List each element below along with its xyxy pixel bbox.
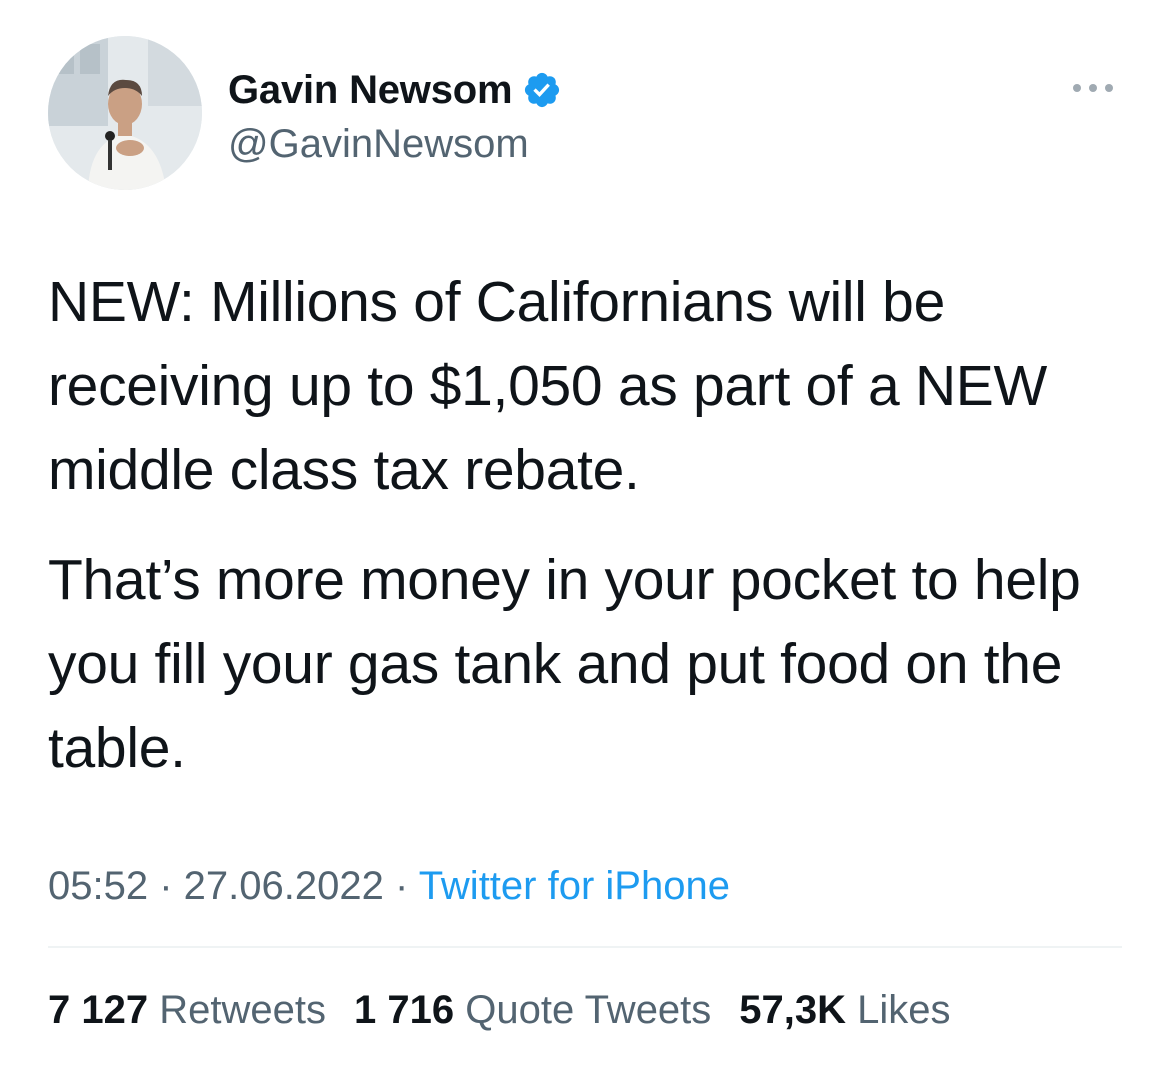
- tweet-paragraph: That’s more money in your pocket to help…: [48, 548, 1081, 780]
- retweets-stat[interactable]: 7 127 Retweets: [48, 988, 326, 1032]
- verified-badge-icon: [522, 70, 562, 110]
- divider: [48, 946, 1122, 948]
- tweet-detail: Gavin Newsom @GavinNewsom NEW: Millions …: [0, 0, 1170, 1072]
- author-display-name[interactable]: Gavin Newsom: [228, 62, 513, 118]
- avatar[interactable]: [48, 36, 202, 190]
- more-horizontal-icon[interactable]: [1068, 78, 1118, 98]
- meta-separator: ·: [148, 864, 184, 908]
- engagement-stats: 7 127 Retweets 1 716 Quote Tweets 57,3K Li…: [48, 982, 979, 1038]
- likes-stat[interactable]: 57,3K Likes: [739, 988, 950, 1032]
- quote-tweets-label: Quote Tweets: [465, 988, 712, 1032]
- retweets-count: 7 127: [48, 988, 149, 1032]
- tweet-date[interactable]: 27.06.2022: [184, 864, 384, 908]
- tweet-paragraph: NEW: Millions of Californians will be re…: [48, 270, 1048, 502]
- quote-tweets-count: 1 716: [353, 988, 455, 1032]
- tweet-source-link[interactable]: Twitter for iPhone: [419, 864, 730, 908]
- likes-label: Likes: [857, 988, 951, 1032]
- author-handle[interactable]: @GavinNewsom: [228, 118, 529, 170]
- author-name-row[interactable]: Gavin Newsom: [228, 62, 562, 118]
- quote-tweets-stat[interactable]: 1 716 Quote Tweets: [354, 988, 711, 1032]
- avatar-photo: [48, 36, 202, 190]
- tweet-text: NEW: Millions of Californians will be re…: [48, 260, 1138, 816]
- meta-separator: ·: [383, 864, 419, 908]
- tweet-metadata: 05:52 · 27.06.2022 · Twitter for iPhone: [48, 858, 730, 914]
- tweet-time[interactable]: 05:52: [48, 864, 148, 908]
- retweets-label: Retweets: [159, 988, 326, 1032]
- likes-count: 57,3K: [739, 988, 847, 1032]
